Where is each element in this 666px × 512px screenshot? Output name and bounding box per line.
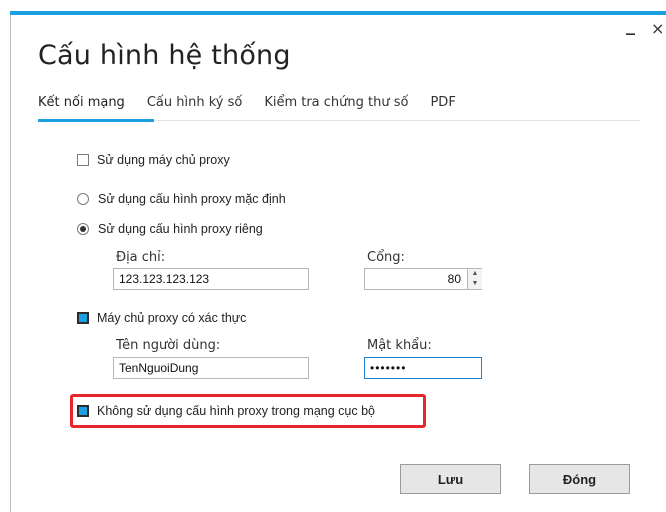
close-button[interactable]: Đóng bbox=[529, 464, 630, 494]
auth-label: Máy chủ proxy có xác thực bbox=[97, 311, 247, 325]
minimize-button[interactable]: _ bbox=[626, 15, 635, 36]
bypass-local-checkbox[interactable] bbox=[77, 405, 89, 417]
default-config-option[interactable]: Sử dụng cấu hình proxy mặc định bbox=[77, 192, 286, 206]
spinner-down-icon[interactable]: ▼ bbox=[468, 279, 482, 289]
password-input[interactable]: ••••••• bbox=[364, 357, 482, 379]
tab-pdf[interactable]: PDF bbox=[430, 95, 455, 110]
custom-config-radio[interactable] bbox=[77, 223, 89, 235]
bypass-local-label: Không sử dụng cấu hình proxy trong mạng … bbox=[97, 404, 375, 418]
window-accent-bar bbox=[10, 11, 666, 15]
auth-option[interactable]: Máy chủ proxy có xác thực bbox=[77, 311, 246, 325]
custom-config-option[interactable]: Sử dụng cấu hình proxy riêng bbox=[77, 222, 263, 236]
use-proxy-label: Sử dụng máy chủ proxy bbox=[97, 153, 230, 167]
tab-signing-config[interactable]: Cấu hình ký số bbox=[147, 95, 243, 110]
spinner-up-icon[interactable]: ▲ bbox=[468, 269, 482, 279]
default-config-label: Sử dụng cấu hình proxy mặc định bbox=[98, 192, 286, 206]
close-icon[interactable]: × bbox=[651, 19, 664, 38]
address-input[interactable]: 123.123.123.123 bbox=[113, 268, 309, 290]
tab-certificate-check[interactable]: Kiểm tra chứng thư số bbox=[264, 95, 408, 110]
use-proxy-option[interactable]: Sử dụng máy chủ proxy bbox=[77, 153, 230, 167]
custom-config-label: Sử dụng cấu hình proxy riêng bbox=[98, 222, 263, 236]
dialog-title: Cấu hình hệ thống bbox=[38, 40, 291, 71]
password-label: Mật khẩu: bbox=[367, 338, 432, 353]
port-spinner[interactable]: ▲ ▼ bbox=[467, 269, 482, 289]
username-label: Tên người dùng: bbox=[116, 338, 221, 353]
use-proxy-checkbox[interactable] bbox=[77, 154, 89, 166]
save-button[interactable]: Lưu bbox=[400, 464, 501, 494]
auth-checkbox[interactable] bbox=[77, 312, 89, 324]
port-label: Cổng: bbox=[367, 250, 405, 265]
window-left-border bbox=[10, 15, 11, 512]
bypass-local-option[interactable]: Không sử dụng cấu hình proxy trong mạng … bbox=[77, 404, 375, 418]
tab-bar: Kết nối mạng Cấu hình ký số Kiểm tra chứ… bbox=[38, 95, 478, 110]
address-label: Địa chỉ: bbox=[116, 250, 166, 265]
username-input[interactable]: TenNguoiDung bbox=[113, 357, 309, 379]
port-input[interactable]: 80 bbox=[364, 268, 482, 290]
default-config-radio[interactable] bbox=[77, 193, 89, 205]
tab-network[interactable]: Kết nối mạng bbox=[38, 95, 125, 110]
active-tab-indicator bbox=[38, 119, 154, 122]
